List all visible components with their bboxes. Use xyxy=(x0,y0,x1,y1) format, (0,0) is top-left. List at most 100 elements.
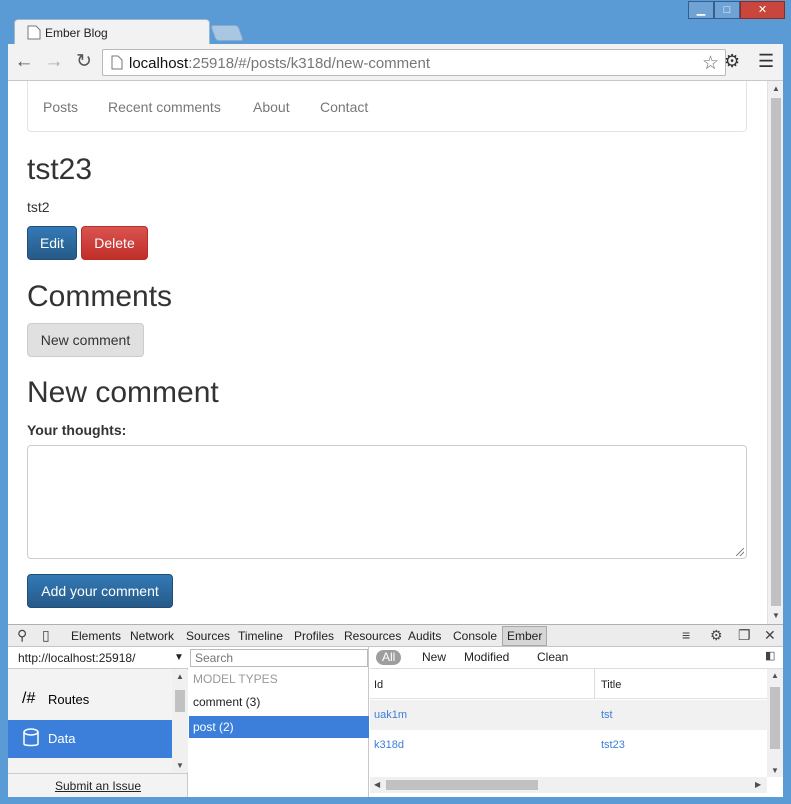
add-comment-button[interactable]: Add your comment xyxy=(27,574,173,608)
site-navbar: Posts Recent comments About Contact xyxy=(27,81,747,132)
thoughts-textarea[interactable] xyxy=(27,445,747,559)
gear-icon[interactable]: ⚙ xyxy=(724,51,740,72)
collapse-panel-icon[interactable]: ◧ xyxy=(765,649,775,662)
tab-title: Ember Blog xyxy=(45,26,108,40)
new-tab-button[interactable] xyxy=(210,25,244,41)
close-icon[interactable]: ✕ xyxy=(764,627,776,644)
address-url: localhost:25918/#/posts/k318d/new-commen… xyxy=(129,55,430,72)
minimize-button[interactable]: ▁ xyxy=(688,1,714,19)
tab-timeline[interactable]: Timeline xyxy=(238,629,283,643)
hamburger-menu-icon[interactable]: ☰ xyxy=(758,51,774,72)
nav-link-posts[interactable]: Posts xyxy=(43,99,78,115)
dock-side-icon[interactable]: ❐ xyxy=(738,627,751,644)
post-body: tst2 xyxy=(27,199,50,215)
model-type-post[interactable]: post (2) xyxy=(189,716,369,738)
record-title: tst23 xyxy=(601,739,625,751)
search-icon[interactable]: ⚲ xyxy=(17,627,27,644)
page-viewport: Posts Recent comments About Contact tst2… xyxy=(8,81,783,624)
tab-resources[interactable]: Resources xyxy=(344,629,401,643)
page-icon xyxy=(111,55,123,70)
scroll-down-arrow[interactable]: ▼ xyxy=(176,761,184,770)
inspector-sidebar: http://localhost:25918/ ▼ /# Routes Data… xyxy=(8,647,188,797)
nav-link-recent-comments[interactable]: Recent comments xyxy=(108,99,221,115)
devtools-tab-bar: ⚲ ▯ Elements Network Sources Timeline Pr… xyxy=(8,624,783,647)
scroll-up-arrow[interactable]: ▲ xyxy=(771,671,779,680)
records-vertical-scrollbar[interactable]: ▲ ▼ xyxy=(767,669,783,777)
scroll-right-arrow[interactable]: ▶ xyxy=(755,780,761,789)
scroll-thumb[interactable] xyxy=(386,780,538,790)
browser-toolbar: ← → ↻ localhost:25918/#/posts/k318d/new-… xyxy=(8,44,783,81)
tab-elements[interactable]: Elements xyxy=(71,629,121,643)
tab-profiles[interactable]: Profiles xyxy=(294,629,334,643)
close-window-button[interactable]: ✕ xyxy=(740,1,785,19)
post-title: tst23 xyxy=(27,153,93,186)
tab-audits[interactable]: Audits xyxy=(408,629,441,643)
address-bar[interactable]: localhost:25918/#/posts/k318d/new-commen… xyxy=(102,49,726,76)
chevron-down-icon: ▼ xyxy=(174,652,184,663)
address-path: :25918/#/posts/k318d/new-comment xyxy=(188,55,431,72)
model-types-header: MODEL TYPES xyxy=(193,672,278,686)
browser-title-bar: Ember Blog ▁ □ ✕ xyxy=(0,0,791,45)
scroll-up-arrow[interactable]: ▲ xyxy=(768,81,783,97)
database-icon xyxy=(23,728,39,747)
record-filter-bar: All New Modified Clean ◧ xyxy=(370,647,783,669)
model-types-pane: MODEL TYPES comment (3) post (2) xyxy=(189,647,369,797)
tab-console[interactable]: Console xyxy=(453,629,497,643)
delete-button[interactable]: Delete xyxy=(81,226,148,260)
browser-tab[interactable]: Ember Blog xyxy=(14,19,210,45)
comments-heading: Comments xyxy=(27,280,173,313)
page-scrollbar[interactable]: ▲ ▼ xyxy=(767,81,783,624)
scroll-thumb[interactable] xyxy=(770,687,780,749)
scroll-down-arrow[interactable]: ▼ xyxy=(768,608,783,624)
sidebar-item-routes[interactable]: /# Routes xyxy=(8,681,172,719)
app-url-value: http://localhost:25918/ xyxy=(18,651,136,665)
tab-network[interactable]: Network xyxy=(130,629,174,643)
model-type-comment[interactable]: comment (3) xyxy=(189,691,369,713)
column-header-id[interactable]: Id xyxy=(374,679,383,691)
search-input[interactable] xyxy=(190,649,368,667)
edit-button[interactable]: Edit xyxy=(27,226,77,260)
scroll-down-arrow[interactable]: ▼ xyxy=(771,766,779,775)
window-frame-bottom xyxy=(0,797,791,804)
page-icon xyxy=(27,25,41,40)
scroll-thumb[interactable] xyxy=(175,690,185,712)
scroll-thumb[interactable] xyxy=(771,98,781,606)
scroll-left-arrow[interactable]: ◀ xyxy=(374,780,380,789)
nav-link-contact[interactable]: Contact xyxy=(320,99,368,115)
records-table-header: Id Title xyxy=(370,669,767,699)
forward-arrow-icon[interactable]: → xyxy=(42,50,66,74)
records-horizontal-scrollbar[interactable]: ◀ ▶ xyxy=(370,777,767,793)
reload-icon[interactable]: ↻ xyxy=(72,50,96,74)
sidebar-scrollbar[interactable]: ▲ ▼ xyxy=(172,670,188,772)
star-icon[interactable]: ☆ xyxy=(702,52,719,75)
console-drawer-icon[interactable]: ≡ xyxy=(682,627,690,643)
address-host: localhost xyxy=(129,55,189,72)
column-header-title[interactable]: Title xyxy=(601,679,621,691)
submit-issue-link[interactable]: Submit an Issue xyxy=(8,773,188,797)
routes-icon: /# xyxy=(22,690,36,707)
device-mode-icon[interactable]: ▯ xyxy=(42,627,50,644)
ember-inspector: http://localhost:25918/ ▼ /# Routes Data… xyxy=(8,647,783,797)
maximize-button[interactable]: □ xyxy=(714,1,740,19)
filter-clean[interactable]: Clean xyxy=(537,650,568,664)
scroll-up-arrow[interactable]: ▲ xyxy=(176,672,184,681)
back-arrow-icon[interactable]: ← xyxy=(12,50,36,74)
sidebar-item-data[interactable]: Data xyxy=(8,720,172,758)
gear-icon[interactable]: ⚙ xyxy=(710,627,723,644)
filter-new[interactable]: New xyxy=(422,650,446,664)
thoughts-label: Your thoughts: xyxy=(27,422,127,438)
filter-all[interactable]: All xyxy=(376,650,402,665)
filter-modified[interactable]: Modified xyxy=(464,650,509,664)
tab-sources[interactable]: Sources xyxy=(186,629,230,643)
sidebar-item-label: Data xyxy=(48,731,76,746)
resize-handle[interactable] xyxy=(736,548,744,556)
table-row[interactable]: k318d tst23 xyxy=(370,730,767,760)
record-title: tst xyxy=(601,709,613,721)
app-url-select[interactable]: http://localhost:25918/ ▼ xyxy=(8,647,188,669)
table-row[interactable]: uak1m tst xyxy=(370,700,767,730)
record-id: k318d xyxy=(374,739,404,751)
nav-link-about[interactable]: About xyxy=(253,99,290,115)
tab-ember[interactable]: Ember xyxy=(502,626,548,646)
sidebar-item-label: Routes xyxy=(48,692,90,707)
new-comment-button[interactable]: New comment xyxy=(27,323,144,357)
